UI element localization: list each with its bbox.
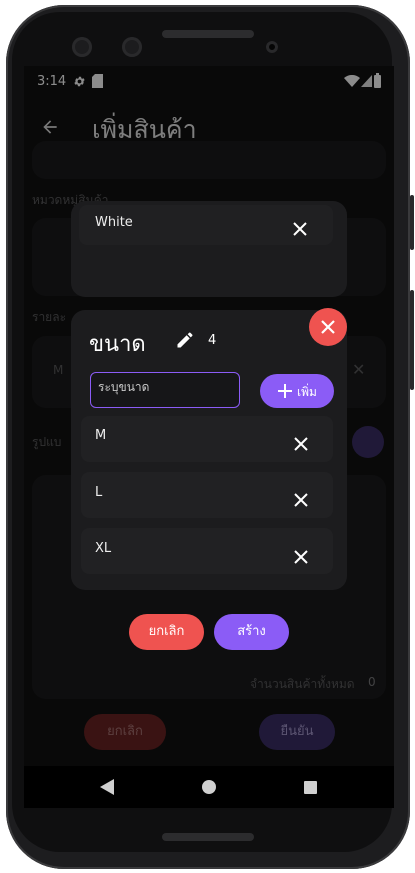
size-dialog-title: ขนาด (89, 332, 146, 357)
screen: 3:14 เพิ่มสินค้า หมวดหมู่สินค้า รายละ M … (24, 66, 394, 808)
power-button (410, 290, 414, 390)
top-speaker (162, 30, 254, 38)
remove-icon[interactable] (293, 436, 309, 452)
add-size-button[interactable]: เพิ่ม (260, 374, 334, 408)
size-item: M (81, 416, 333, 462)
size-dialog: ขนาด 4 ระบุขนาด เพิ่ม M L XL (71, 310, 347, 590)
size-item: L (81, 472, 333, 518)
back-triangle-icon[interactable] (100, 779, 114, 795)
size-input[interactable]: ระบุขนาด (90, 372, 240, 408)
remove-icon[interactable] (293, 549, 309, 565)
size-count: 4 (208, 333, 217, 348)
remove-icon[interactable] (292, 221, 308, 237)
close-dialog-button[interactable] (309, 308, 347, 346)
size-item-label: L (95, 485, 103, 500)
add-size-label: เพิ่ม (297, 385, 317, 399)
color-card: White (71, 201, 347, 297)
size-item-label: M (95, 428, 107, 443)
size-item: XL (81, 528, 333, 574)
recents-square-icon[interactable] (304, 781, 317, 794)
remove-icon[interactable] (293, 492, 309, 508)
edit-icon[interactable] (175, 330, 195, 350)
volume-button (410, 195, 414, 250)
color-item-label: White (95, 215, 133, 230)
sensor-icon (72, 37, 92, 57)
plus-icon (278, 384, 292, 398)
nav-bar (24, 766, 394, 808)
size-input-placeholder: ระบุขนาด (98, 380, 150, 394)
close-icon (321, 320, 335, 334)
home-circle-icon[interactable] (202, 780, 216, 794)
bottom-speaker (162, 833, 254, 841)
front-camera-icon (266, 41, 278, 53)
color-item: White (79, 205, 333, 245)
dialog-create-button[interactable]: สร้าง (214, 614, 289, 650)
dialog-cancel-button[interactable]: ยกเลิก (129, 614, 204, 650)
sensor-icon (122, 37, 142, 57)
size-item-label: XL (95, 541, 112, 556)
